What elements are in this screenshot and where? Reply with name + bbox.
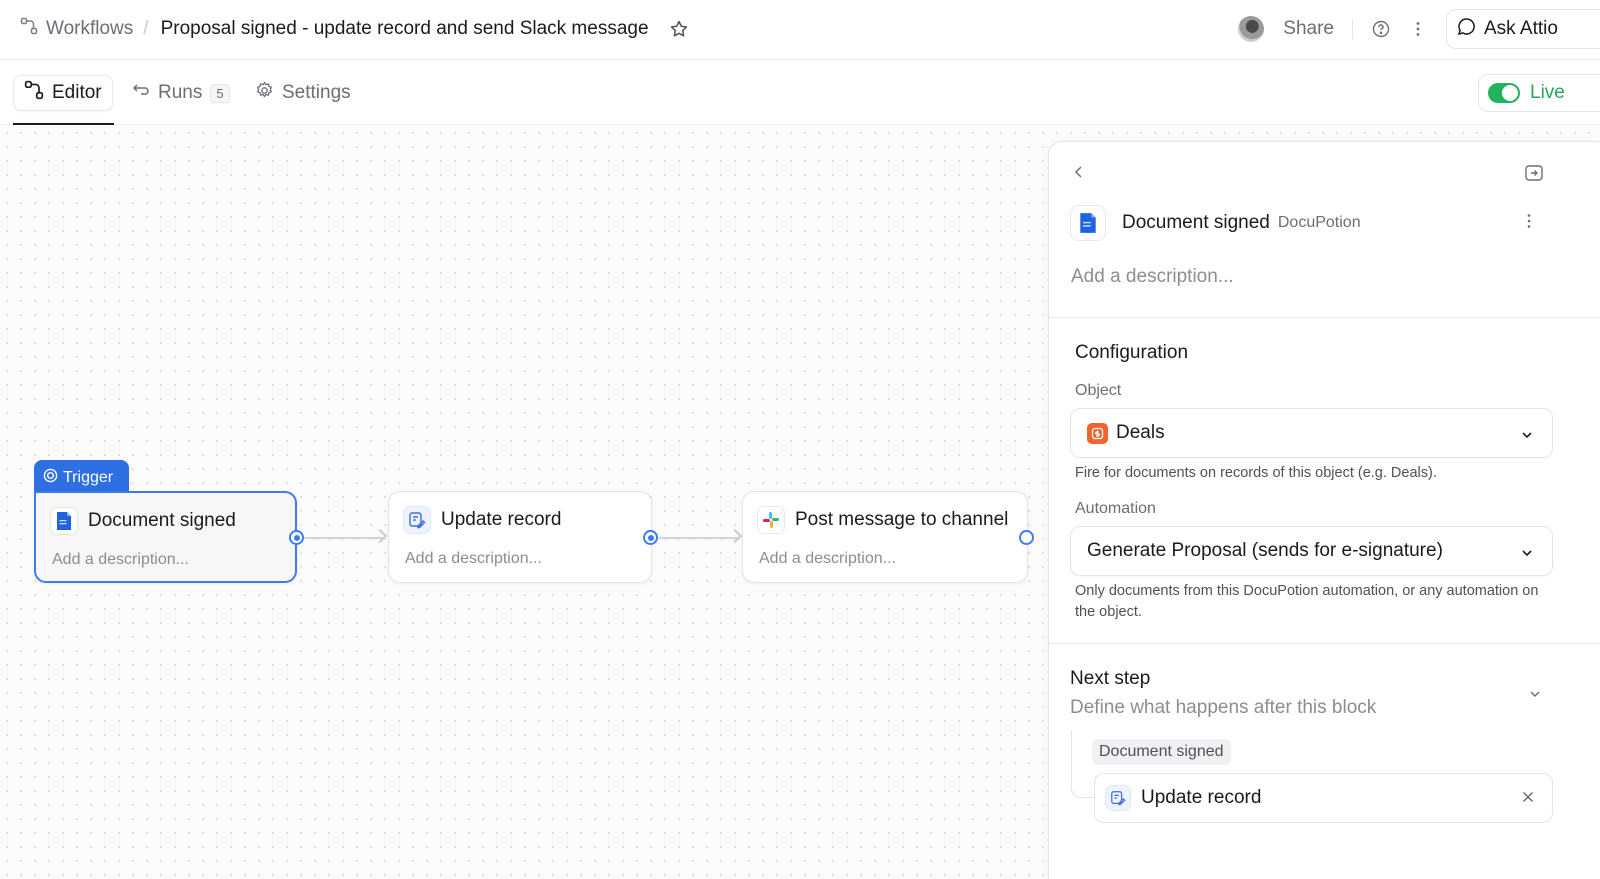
output-port-empty[interactable] bbox=[1019, 530, 1034, 545]
next-step-item[interactable]: Update record bbox=[1094, 773, 1553, 823]
panel-description-input[interactable]: Add a description... bbox=[1071, 266, 1234, 288]
tab-runs-label: Runs bbox=[158, 82, 203, 103]
update-record-icon bbox=[403, 506, 431, 534]
automation-select[interactable]: Generate Proposal (sends for e-signature… bbox=[1070, 526, 1553, 576]
close-icon[interactable] bbox=[1520, 789, 1536, 811]
node-description[interactable]: Add a description... bbox=[52, 551, 189, 569]
node-post-message[interactable]: Post message to channel Add a descriptio… bbox=[742, 491, 1028, 583]
connector-line bbox=[304, 537, 384, 539]
live-switch[interactable] bbox=[1488, 83, 1520, 103]
next-step-title: Next step bbox=[1070, 668, 1151, 689]
runs-icon bbox=[132, 81, 150, 105]
slack-icon bbox=[757, 506, 785, 534]
top-actions: Share Ask Attio bbox=[1238, 9, 1600, 49]
ask-attio-label: Ask Attio bbox=[1484, 18, 1558, 39]
chevron-down-icon[interactable] bbox=[1528, 687, 1542, 706]
active-tab-indicator bbox=[13, 123, 114, 125]
node-update-record[interactable]: Update record Add a description... bbox=[388, 491, 652, 583]
block-settings-panel: Document signed DocuPotion Add a descrip… bbox=[1048, 141, 1600, 879]
next-step-subtitle: Define what happens after this block bbox=[1070, 697, 1377, 718]
help-icon[interactable] bbox=[1370, 18, 1392, 40]
chevron-down-icon bbox=[1520, 544, 1534, 566]
breadcrumb-root-label: Workflows bbox=[46, 18, 134, 39]
output-port[interactable] bbox=[289, 530, 304, 545]
automation-value: Generate Proposal (sends for e-signature… bbox=[1087, 540, 1443, 561]
node-title-row: Document signed bbox=[50, 507, 236, 535]
trigger-icon bbox=[43, 468, 58, 488]
editor-icon bbox=[24, 80, 44, 106]
object-label: Object bbox=[1075, 382, 1122, 399]
deals-icon bbox=[1087, 422, 1108, 444]
next-step-label: Update record bbox=[1141, 787, 1262, 808]
node-description[interactable]: Add a description... bbox=[405, 550, 542, 568]
top-bar: Workflows / Proposal signed - update rec… bbox=[0, 0, 1600, 60]
avatar[interactable] bbox=[1238, 16, 1265, 42]
source-block-chip: Document signed bbox=[1092, 739, 1231, 765]
tab-editor-label: Editor bbox=[52, 82, 102, 103]
workflow-title: Proposal signed - update record and send… bbox=[160, 18, 649, 39]
divider bbox=[1049, 317, 1600, 318]
object-help-text: Fire for documents on records of this ob… bbox=[1075, 465, 1437, 481]
divider bbox=[1352, 19, 1353, 39]
automation-label: Automation bbox=[1075, 500, 1156, 517]
tree-connector bbox=[1071, 730, 1095, 798]
panel-title: Document signed bbox=[1122, 212, 1270, 233]
share-button[interactable]: Share bbox=[1283, 18, 1334, 40]
automation-help-text: Only documents from this DocuPotion auto… bbox=[1075, 583, 1539, 620]
live-toggle[interactable]: Live bbox=[1478, 74, 1600, 112]
back-chevron-icon[interactable] bbox=[1071, 164, 1087, 185]
object-select[interactable]: Deals bbox=[1070, 408, 1553, 458]
trigger-label: Trigger bbox=[63, 469, 114, 486]
panel-header: Document signed DocuPotion bbox=[1070, 205, 1361, 241]
tabs-bar: Editor Runs 5 Settings Live bbox=[0, 61, 1600, 125]
connector-line bbox=[659, 537, 739, 539]
divider bbox=[1049, 643, 1600, 644]
panel-subtitle: DocuPotion bbox=[1277, 214, 1361, 231]
breadcrumb-workflows[interactable]: Workflows bbox=[20, 17, 133, 41]
node-title-row: Update record bbox=[403, 506, 561, 534]
more-options-icon[interactable] bbox=[1526, 213, 1532, 234]
collapse-panel-icon[interactable] bbox=[1524, 163, 1544, 188]
object-value: Deals bbox=[1116, 422, 1165, 443]
breadcrumb: Workflows / Proposal signed - update rec… bbox=[20, 16, 689, 42]
update-record-icon bbox=[1105, 785, 1131, 811]
tab-settings[interactable]: Settings bbox=[255, 75, 351, 111]
gear-icon bbox=[255, 81, 274, 106]
ask-attio-button[interactable]: Ask Attio bbox=[1446, 9, 1600, 49]
node-document-signed[interactable]: Document signed Add a description... bbox=[34, 491, 297, 583]
breadcrumb-separator: / bbox=[143, 18, 149, 39]
more-options-icon[interactable] bbox=[1407, 18, 1429, 40]
node-title: Document signed bbox=[88, 510, 236, 531]
live-label: Live bbox=[1530, 82, 1565, 103]
chat-bubble-icon bbox=[1457, 17, 1476, 42]
tab-runs[interactable]: Runs 5 bbox=[132, 75, 230, 111]
docupotion-icon bbox=[1070, 205, 1106, 241]
output-port[interactable] bbox=[643, 530, 658, 545]
node-title: Update record bbox=[441, 509, 562, 530]
star-icon[interactable] bbox=[669, 19, 689, 39]
node-title: Post message to channel bbox=[795, 509, 1009, 530]
configuration-title: Configuration bbox=[1075, 342, 1189, 363]
workflow-icon bbox=[20, 17, 38, 41]
tab-settings-label: Settings bbox=[282, 82, 351, 103]
node-title-row: Post message to channel bbox=[757, 506, 1008, 534]
docupotion-icon bbox=[50, 507, 78, 535]
tab-editor[interactable]: Editor bbox=[13, 75, 113, 111]
node-description[interactable]: Add a description... bbox=[759, 550, 896, 568]
runs-count-badge: 5 bbox=[210, 83, 230, 103]
chevron-down-icon bbox=[1520, 426, 1534, 448]
